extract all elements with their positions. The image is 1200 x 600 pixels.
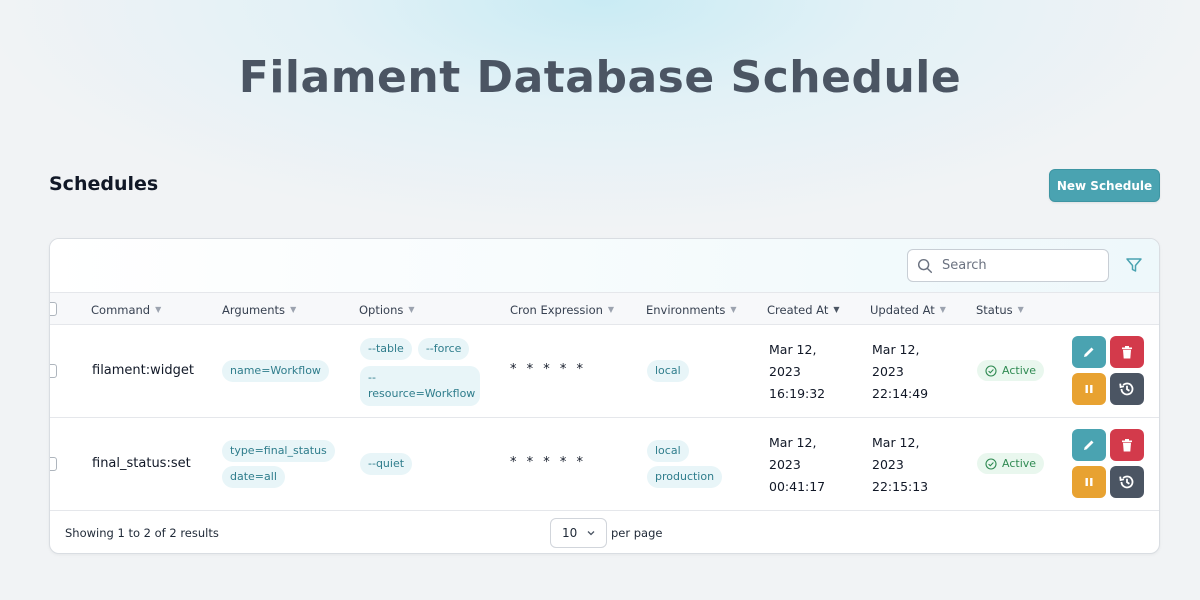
updated-at-cell: Mar 12, 2023 22:15:13: [872, 432, 928, 498]
column-header-options[interactable]: Options ▼: [359, 293, 415, 326]
search-input[interactable]: [942, 258, 1102, 273]
created-date: Mar 12,: [769, 342, 817, 357]
environment-badge: local: [647, 440, 689, 462]
environment-badge: production: [647, 466, 723, 488]
created-date: Mar 12,: [769, 435, 817, 450]
results-summary: Showing 1 to 2 of 2 results: [65, 526, 219, 540]
page-title: Schedules: [49, 173, 159, 195]
status-badge: Active: [977, 453, 1045, 474]
created-time: 00:41:17: [769, 479, 826, 494]
pause-button[interactable]: [1072, 466, 1106, 498]
row-checkbox[interactable]: [50, 457, 57, 471]
edit-button[interactable]: [1072, 336, 1106, 368]
delete-button[interactable]: [1110, 336, 1144, 368]
updated-year: 2023: [872, 457, 904, 472]
trash-icon: [1122, 438, 1132, 451]
check-circle-icon: [985, 457, 997, 470]
environments-cell: local: [647, 360, 689, 382]
option-badge: --force: [417, 338, 470, 360]
pencil-icon: [1084, 440, 1094, 450]
table-toolbar: [50, 239, 1159, 292]
per-page-select[interactable]: 10: [550, 518, 607, 548]
column-header-environments[interactable]: Environments ▼: [646, 293, 737, 326]
history-icon: [1119, 382, 1134, 396]
environments-cell: local production: [647, 440, 723, 488]
schedules-table-card: Command▼ Arguments▼ Options▼ Cron Expres…: [49, 238, 1160, 554]
updated-year: 2023: [872, 364, 904, 379]
environment-badge: local: [647, 360, 689, 382]
options-cell: --quiet: [360, 453, 413, 475]
history-icon: [1119, 475, 1134, 489]
created-at-cell: Mar 12, 2023 16:19:32: [769, 339, 825, 405]
table-header: Command ▼ Arguments ▼ Options ▼ Cron Expres…: [50, 292, 1159, 325]
arguments-cell: name=Workflow: [222, 360, 329, 382]
per-page-value: 10: [562, 526, 578, 540]
command-cell: filament:widget: [92, 363, 194, 378]
new-schedule-button[interactable]: New Schedule: [1049, 169, 1160, 202]
arguments-cell: type=final_status date=all: [222, 440, 335, 488]
cron-expression: * * * * *: [510, 362, 587, 377]
history-button[interactable]: [1110, 373, 1144, 405]
command-cell: final_status:set: [92, 456, 191, 471]
table-row: filament:widget name=Workflow --table --…: [50, 325, 1159, 418]
cron-expression: * * * * *: [510, 455, 587, 470]
option-badge: --quiet: [360, 453, 413, 475]
option-badge: --table: [360, 338, 412, 360]
hero-title: Filament Database Schedule: [238, 52, 962, 103]
created-time: 16:19:32: [769, 386, 826, 401]
column-header-arguments[interactable]: Arguments ▼: [222, 293, 296, 326]
status-cell: Active: [977, 360, 1045, 381]
table-row: final_status:set type=final_status date=…: [50, 418, 1159, 511]
table-footer: Showing 1 to 2 of 2 results 10 per page: [50, 510, 1159, 553]
pencil-icon: [1084, 347, 1094, 357]
select-all-checkbox[interactable]: [50, 302, 57, 316]
search-icon: [917, 258, 933, 273]
history-button[interactable]: [1110, 466, 1144, 498]
options-cell: --table --force --resource=Workflow: [360, 338, 485, 406]
status-badge: Active: [977, 360, 1045, 381]
created-year: 2023: [769, 364, 801, 379]
option-badge: --resource=Workflow: [360, 366, 480, 406]
status-label: Active: [1002, 457, 1037, 470]
delete-button[interactable]: [1110, 429, 1144, 461]
created-year: 2023: [769, 457, 801, 472]
updated-date: Mar 12,: [872, 342, 920, 357]
column-header-command[interactable]: Command ▼: [91, 293, 161, 326]
updated-time: 22:15:13: [872, 479, 929, 494]
argument-badge: date=all: [222, 466, 285, 488]
trash-icon: [1122, 345, 1132, 358]
column-header-status[interactable]: Status ▼: [976, 293, 1024, 326]
updated-date: Mar 12,: [872, 435, 920, 450]
updated-at-cell: Mar 12, 2023 22:14:49: [872, 339, 928, 405]
updated-time: 22:14:49: [872, 386, 929, 401]
row-checkbox[interactable]: [50, 364, 57, 378]
created-at-cell: Mar 12, 2023 00:41:17: [769, 432, 825, 498]
pause-icon: [1085, 385, 1093, 393]
pause-button[interactable]: [1072, 373, 1106, 405]
pause-icon: [1085, 478, 1093, 486]
argument-badge: name=Workflow: [222, 360, 329, 382]
column-header-cron[interactable]: Cron Expression ▼: [510, 293, 614, 326]
edit-button[interactable]: [1072, 429, 1106, 461]
argument-badge: type=final_status: [222, 440, 335, 462]
per-page-label: per page: [611, 526, 663, 540]
filter-icon[interactable]: [1124, 255, 1144, 275]
chevron-down-icon: [587, 531, 595, 536]
column-header-updated-at[interactable]: Updated At ▼: [870, 293, 946, 326]
check-circle-icon: [985, 364, 997, 377]
column-header-created-at[interactable]: Created At ▼: [767, 293, 840, 326]
search-field[interactable]: [907, 249, 1109, 282]
status-label: Active: [1002, 364, 1037, 377]
status-cell: Active: [977, 453, 1045, 474]
